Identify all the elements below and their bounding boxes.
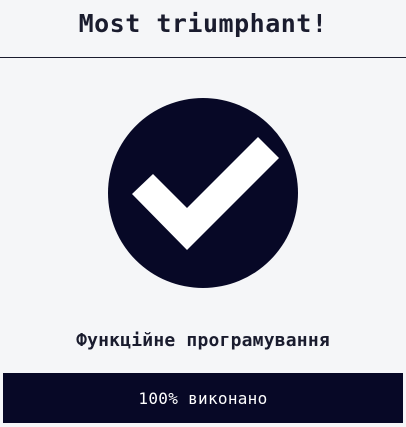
page-title: Most triumphant! (78, 9, 328, 38)
course-title: Функційне програмування (76, 330, 330, 351)
progress-bar: 100% виконано (3, 373, 403, 423)
checkmark-icon (108, 98, 298, 288)
completion-badge (108, 98, 298, 288)
header: Most triumphant! (0, 0, 406, 58)
progress-label: 100% виконано (138, 388, 268, 408)
